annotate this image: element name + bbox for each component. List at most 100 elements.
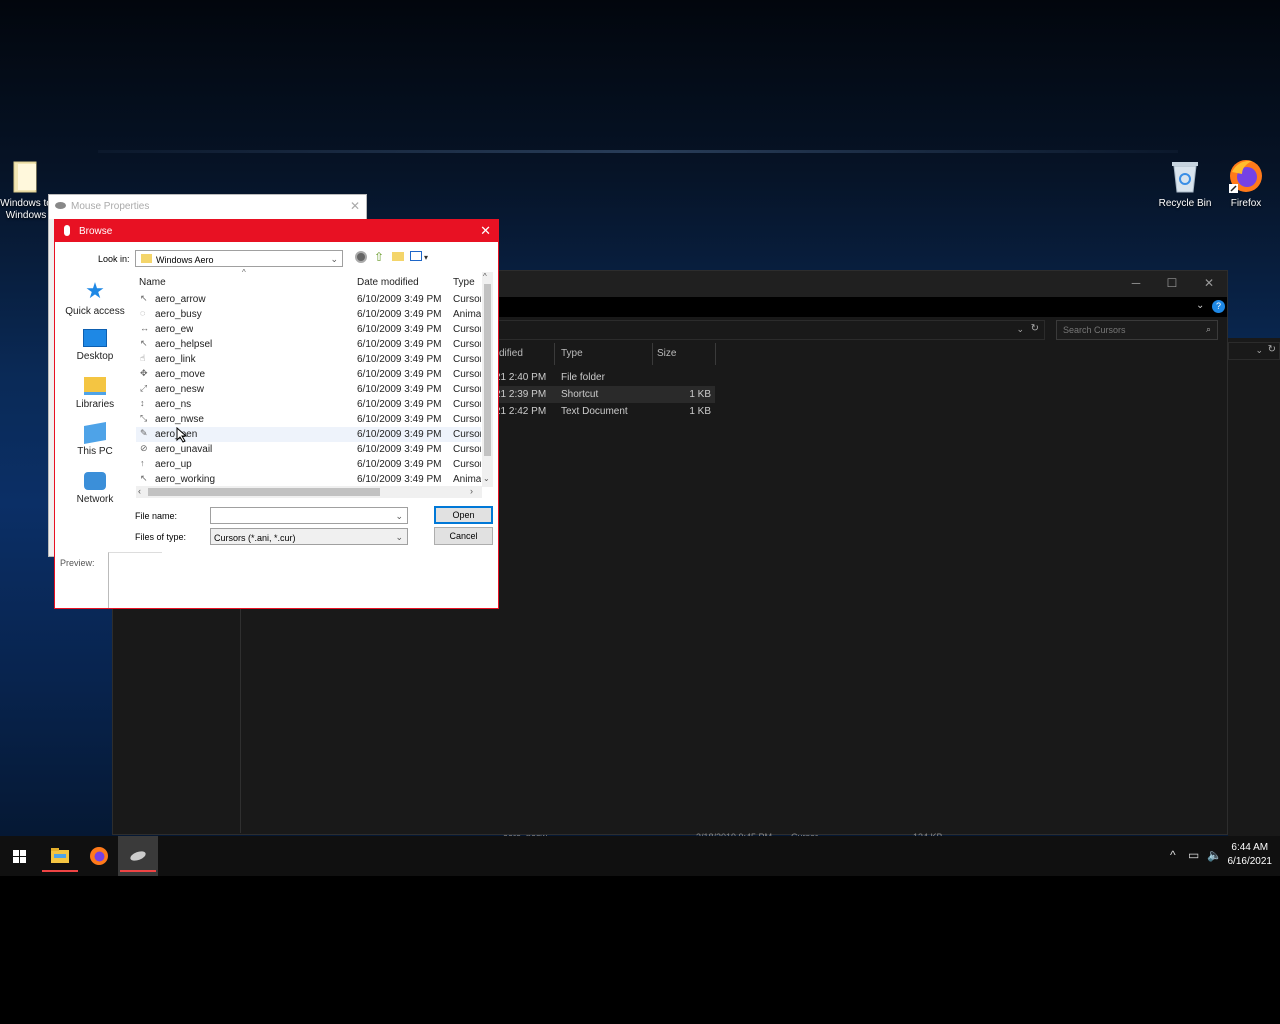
search-input[interactable]: Search Cursors ⌕ [1056, 320, 1218, 340]
mouse-properties-titlebar[interactable]: Mouse Properties ✕ [49, 195, 366, 219]
chevron-down-icon[interactable]: ▾ [424, 253, 428, 262]
files-of-type-value: Cursors (*.ani, *.cur) [214, 533, 296, 543]
file-row[interactable]: ↖ aero_working 6/10/2009 3:49 PM Anima [136, 472, 481, 485]
place-libraries[interactable]: Libraries [63, 377, 127, 410]
desktop-icon-recycle-bin[interactable]: Recycle Bin [1153, 158, 1217, 210]
desktop-icon-label: Firefox [1230, 198, 1262, 209]
desktop-light-ray [98, 150, 1178, 153]
place-network[interactable]: Network [63, 472, 127, 505]
volume-icon[interactable]: 🔈 [1207, 848, 1222, 862]
file-name: aero_nwse [155, 414, 204, 425]
taskbar-firefox[interactable] [79, 836, 119, 876]
system-clock[interactable]: 6:44 AM 6/16/2021 [1228, 841, 1273, 869]
file-modified: 21 2:40 PM [495, 372, 547, 383]
search-icon: ⌕ [1205, 324, 1211, 334]
scrollbar-thumb[interactable] [484, 284, 491, 456]
place-this-pc[interactable]: This PC [63, 422, 127, 457]
file-modified: 21 2:42 PM [495, 406, 547, 417]
show-hidden-icons-chevron-icon[interactable]: ^ [1170, 848, 1176, 862]
file-type: Text Document [561, 406, 628, 417]
column-header-size[interactable]: Size [657, 348, 676, 359]
file-row[interactable]: ☝ aero_link 6/10/2009 3:49 PM Cursor [136, 352, 481, 367]
cursor-file-icon: ↑ [140, 458, 145, 468]
column-header-name[interactable]: Name [139, 277, 166, 288]
scroll-down-icon[interactable]: ⌄ [483, 474, 490, 483]
scrollbar-thumb[interactable] [148, 488, 380, 496]
help-icon[interactable]: ? [1212, 300, 1225, 313]
network-icon[interactable]: ▭ [1188, 848, 1199, 862]
file-row[interactable]: ↖ aero_arrow 6/10/2009 3:49 PM Cursor [136, 292, 481, 307]
file-row[interactable]: 21 2:40 PM File folder [493, 369, 715, 386]
place-quick-access[interactable]: ★ Quick access [63, 280, 127, 318]
file-date: 6/10/2009 3:49 PM [357, 339, 442, 350]
new-folder-icon[interactable] [392, 252, 404, 261]
scroll-up-icon[interactable]: ^ [483, 272, 487, 281]
secondary-window-edge: ⌄ ↻ [1228, 338, 1280, 840]
address-bar[interactable]: ⌄ ↻ [493, 320, 1045, 340]
open-button[interactable]: Open [434, 506, 493, 524]
busy-cursor-file-icon: ◌ [140, 308, 146, 318]
file-type: Anima [453, 309, 481, 320]
file-row[interactable]: ↕ aero_ns 6/10/2009 3:49 PM Cursor [136, 397, 481, 412]
close-icon[interactable]: ✕ [1194, 276, 1224, 290]
start-button[interactable] [0, 836, 40, 876]
file-row[interactable]: 21 2:42 PM Text Document 1 KB [493, 403, 715, 420]
chevron-down-icon[interactable]: ⌄ [1196, 300, 1204, 311]
column-header-type[interactable]: Type [561, 348, 583, 359]
file-date: 6/10/2009 3:49 PM [357, 459, 442, 470]
file-row[interactable]: ⤢ aero_nesw 6/10/2009 3:49 PM Cursor [136, 382, 481, 397]
file-row[interactable]: ⊘ aero_unavail 6/10/2009 3:49 PM Cursor [136, 442, 481, 457]
horizontal-scrollbar[interactable]: ‹ › [136, 486, 482, 498]
chevron-down-icon[interactable]: ⌄ [1255, 345, 1263, 356]
close-icon[interactable]: ✕ [350, 199, 360, 213]
minimize-icon[interactable]: ─ [1121, 276, 1151, 290]
close-icon[interactable]: ✕ [480, 223, 491, 239]
file-row[interactable]: ↑ aero_up 6/10/2009 3:49 PM Cursor [136, 457, 481, 472]
chevron-down-icon[interactable]: ⌄ [395, 511, 403, 522]
scroll-right-icon[interactable]: › [470, 486, 473, 496]
dialog-title: Browse [79, 226, 113, 237]
place-desktop[interactable]: Desktop [63, 329, 127, 362]
address-bar[interactable]: ⌄ ↻ [1228, 342, 1280, 360]
file-row[interactable]: ↔ aero_ew 6/10/2009 3:49 PM Cursor [136, 322, 481, 337]
file-type: Cursor [453, 324, 481, 335]
taskbar-mouse-properties[interactable] [118, 836, 158, 876]
file-type: Anima [453, 474, 481, 485]
maximize-icon[interactable]: ☐ [1157, 276, 1187, 290]
file-row[interactable]: ⤡ aero_nwse 6/10/2009 3:49 PM Cursor [136, 412, 481, 427]
column-header-date-modified[interactable]: Date modified [357, 277, 419, 288]
file-type: Cursor [453, 459, 481, 470]
file-date: 6/10/2009 3:49 PM [357, 324, 442, 335]
up-folder-icon[interactable]: ⇧ [374, 250, 384, 264]
browse-titlebar[interactable]: Browse ✕ [55, 220, 498, 242]
refresh-icon[interactable]: ↻ [1031, 323, 1039, 334]
file-list[interactable]: ^ Name Date modified Type ↖ aero_arrow 6/1… [136, 268, 494, 500]
column-header-type[interactable]: Type [453, 277, 475, 288]
cancel-button[interactable]: Cancel [434, 527, 493, 545]
file-name: aero_ns [155, 399, 192, 410]
file-name-input[interactable]: ⌄ [210, 507, 408, 524]
file-row[interactable]: ✥ aero_move 6/10/2009 3:49 PM Cursor [136, 367, 481, 382]
scroll-left-icon[interactable]: ‹ [138, 486, 141, 496]
view-menu-icon[interactable] [410, 251, 422, 261]
file-row[interactable]: ◌ aero_busy 6/10/2009 3:49 PM Anima [136, 307, 481, 322]
taskbar-file-explorer[interactable] [40, 836, 80, 876]
refresh-icon[interactable]: ↻ [1268, 344, 1276, 355]
desktop-icon-firefox[interactable]: Firefox [1214, 158, 1278, 210]
files-of-type-dropdown[interactable]: Cursors (*.ani, *.cur) ⌄ [210, 528, 408, 545]
browse-dialog[interactable]: Browse ✕ Look in: Windows Aero ⌄ ⇧ ▾ ★ Q… [54, 219, 499, 609]
file-name: aero_unavail [155, 444, 213, 455]
back-icon[interactable] [355, 251, 367, 263]
chevron-down-icon[interactable]: ⌄ [1016, 324, 1024, 335]
look-in-dropdown[interactable]: Windows Aero ⌄ [135, 250, 343, 267]
vertical-scrollbar[interactable]: ^ ⌄ [482, 272, 493, 487]
sort-ascending-icon: ^ [242, 268, 246, 277]
file-name: aero_ew [155, 324, 194, 335]
look-in-value: Windows Aero [156, 255, 214, 265]
column-header-date-modified[interactable]: dified [499, 348, 523, 359]
file-name: aero_helpsel [155, 339, 213, 350]
file-row[interactable]: 21 2:39 PM Shortcut 1 KB [493, 386, 715, 403]
place-label: Desktop [76, 351, 114, 362]
file-row[interactable]: ↖ aero_helpsel 6/10/2009 3:49 PM Cursor [136, 337, 481, 352]
clock-time: 6:44 AM [1231, 842, 1269, 853]
